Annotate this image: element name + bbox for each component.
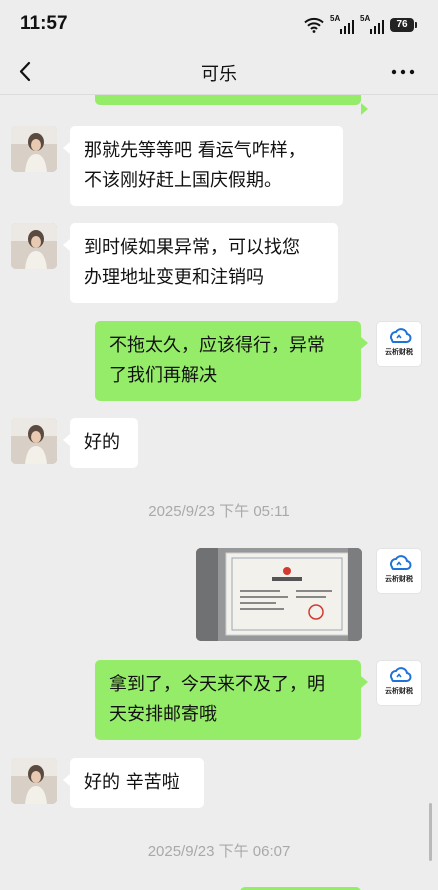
- brand-logo-text: 云析财税: [385, 348, 413, 356]
- more-options-button[interactable]: [388, 58, 418, 86]
- own-avatar[interactable]: 云析财税: [376, 660, 422, 706]
- message-bubble[interactable]: 那就先等等吧 看运气咋样， 不该刚好赶上国庆假期。: [63, 126, 343, 206]
- chat-header: 可乐: [0, 50, 438, 95]
- timestamp: 2025/9/23 下午 06:07: [147, 843, 291, 860]
- more-icon: [391, 69, 415, 75]
- message-bubble[interactable]: 好的: [63, 418, 138, 468]
- chat-title: 可乐: [201, 64, 237, 85]
- status-time: 11:57: [20, 13, 68, 34]
- message-bubble[interactable]: 好的 辛苦啦: [63, 758, 204, 808]
- cloud-logo-icon: [390, 667, 412, 682]
- cloud-logo-icon: [390, 328, 412, 343]
- status-bar: 11:57 5A 5A 76: [0, 0, 438, 50]
- message-bubble[interactable]: 到时候如果异常，可以找您 办理地址变更和注销吗: [63, 223, 338, 303]
- message-bubble-partial[interactable]: [95, 95, 368, 115]
- message-bubble[interactable]: 不拖太久，应该得行，异常 了我们再解决: [95, 321, 368, 401]
- brand-logo-text: 云析财税: [385, 687, 413, 695]
- message-bubble[interactable]: 拿到了，今天来不及了，明 天安排邮寄哦: [95, 660, 368, 740]
- battery-icon: 76: [390, 18, 417, 32]
- message-list[interactable]: 那就先等等吧 看运气咋样， 不该刚好赶上国庆假期。 到时候如果异常，可以找您 办…: [0, 95, 438, 890]
- contact-avatar[interactable]: [11, 758, 57, 804]
- image-message[interactable]: [196, 548, 362, 641]
- scrollbar[interactable]: [429, 803, 432, 861]
- timestamp: 2025/9/23 下午 05:11: [148, 503, 290, 520]
- cloud-logo-icon: [390, 555, 412, 570]
- brand-logo-text: 云析财税: [385, 575, 413, 583]
- own-avatar[interactable]: 云析财税: [376, 548, 422, 594]
- own-avatar[interactable]: 云析财税: [376, 321, 422, 367]
- contact-avatar[interactable]: [11, 126, 57, 172]
- cellular-signal-1-icon: 5A: [330, 14, 354, 34]
- wifi-icon: [304, 17, 324, 33]
- contact-avatar[interactable]: [11, 223, 57, 269]
- status-icons: 5A 5A 76: [304, 14, 417, 35]
- cellular-signal-2-icon: 5A: [360, 14, 384, 34]
- contact-avatar[interactable]: [11, 418, 57, 464]
